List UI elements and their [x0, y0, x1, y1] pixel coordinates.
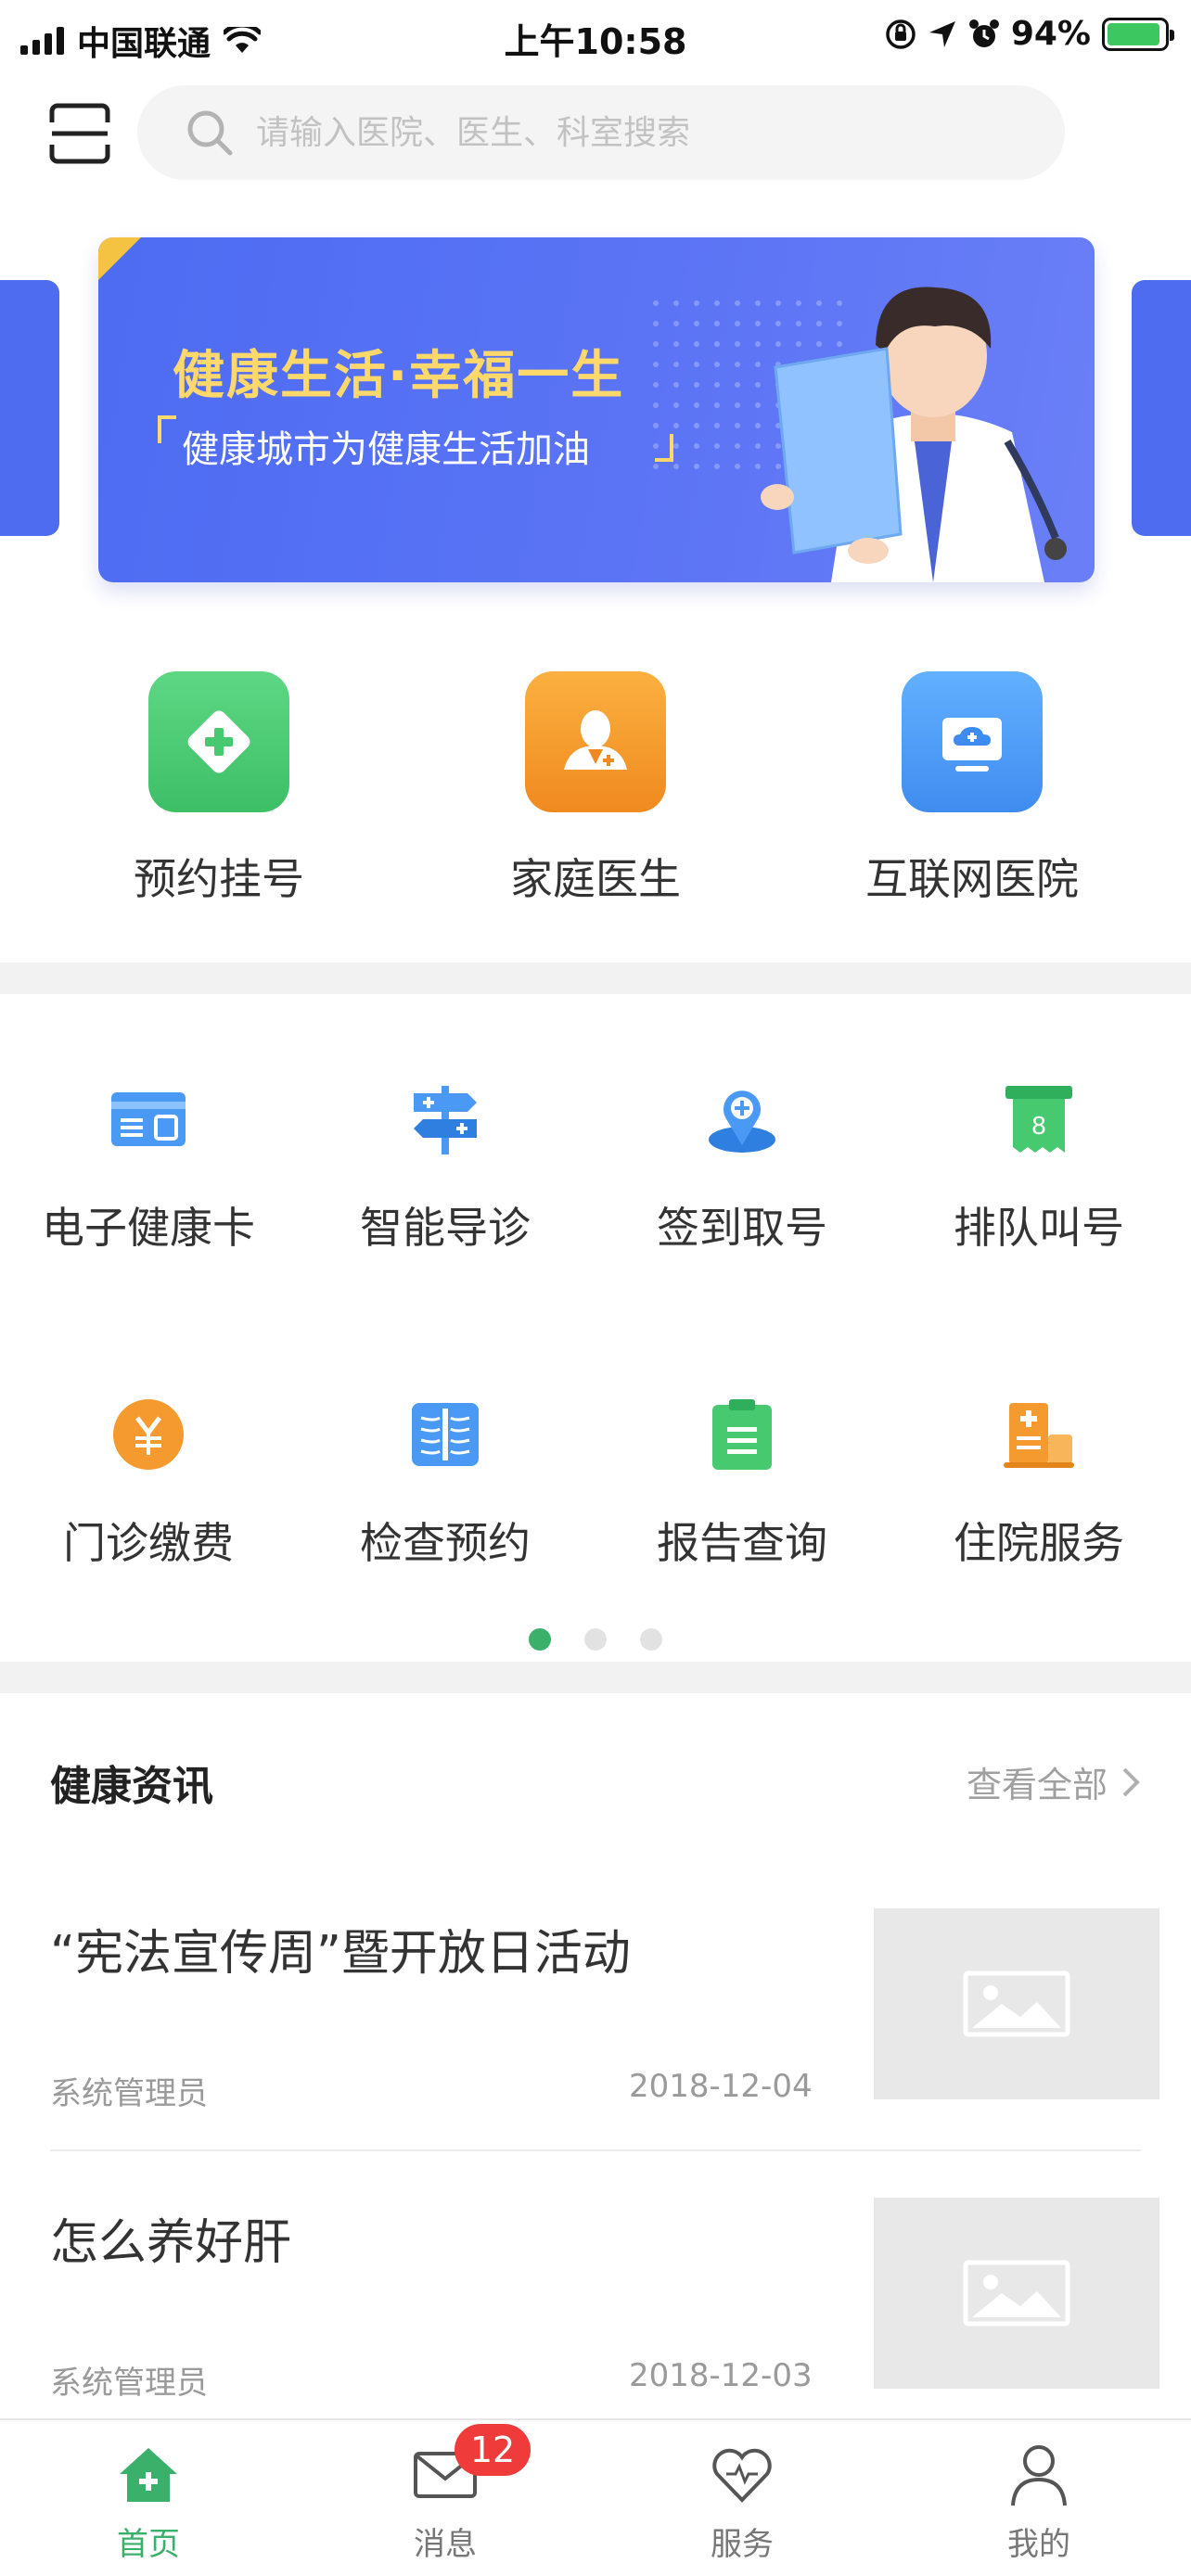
news-item-title: 怎么养好肝: [50, 2215, 292, 2271]
news-item-author: 系统管理员: [50, 2075, 208, 2112]
grid-label: 电子健康卡: [42, 1203, 255, 1253]
tab-services[interactable]: 服务: [649, 2441, 835, 2564]
news-thumbnail: [874, 1908, 1159, 2099]
news-divider: [50, 2149, 1141, 2151]
location-arrow-icon: [928, 20, 955, 47]
health-card-icon: [107, 1078, 190, 1161]
promo-banner[interactable]: 健康生活·幸福一生 健康城市为健康生活加油: [98, 237, 1095, 582]
battery-percent: 94%: [1010, 15, 1091, 53]
news-item-date: 2018-12-03: [629, 2357, 813, 2394]
tab-label: 首页: [117, 2526, 180, 2563]
doctor-illustration: [761, 287, 1067, 582]
image-placeholder-icon: [963, 1970, 1070, 2037]
yuan-coin-icon: [107, 1393, 190, 1476]
news-thumbnail: [874, 2198, 1159, 2389]
tab-profile[interactable]: 我的: [946, 2441, 1132, 2564]
service-family-doctor[interactable]: 家庭医生: [456, 671, 735, 907]
page-dot[interactable]: [640, 1628, 662, 1651]
unread-badge: 12: [455, 2424, 531, 2476]
service-appointment[interactable]: 预约挂号: [80, 671, 358, 907]
section-divider: [0, 963, 1191, 994]
grid-label: 住院服务: [954, 1518, 1124, 1568]
service-label: 互联网医院: [865, 854, 1079, 904]
grid-page-indicator[interactable]: [0, 1628, 1191, 1651]
bottom-tab-bar: 首页 12 消息 服务 我的: [0, 2418, 1191, 2576]
alarm-icon: [968, 19, 999, 47]
grid-label: 检查预约: [360, 1518, 531, 1568]
page-dot-active[interactable]: [529, 1628, 551, 1651]
search-bar[interactable]: [137, 85, 1065, 180]
banner-prev-peek[interactable]: [0, 280, 59, 536]
service-label: 家庭医生: [510, 854, 681, 904]
news-item-author: 系统管理员: [50, 2365, 208, 2402]
battery-icon: [1102, 17, 1174, 51]
news-item[interactable]: 怎么养好肝 系统管理员 2018-12-03: [50, 2198, 1159, 2444]
scan-icon: [49, 103, 110, 164]
view-all-link[interactable]: 查看全部: [967, 1756, 1141, 1807]
view-all-label: 查看全部: [966, 1765, 1108, 1805]
svg-text:8: 8: [1031, 1113, 1047, 1141]
banner-bracket-left: [158, 415, 176, 443]
grid-queue[interactable]: 8 排队叫号: [890, 1078, 1187, 1256]
news-section-title: 健康资讯: [50, 1763, 213, 1810]
grid-label: 门诊缴费: [63, 1518, 234, 1568]
news-header: 健康资讯 查看全部: [50, 1753, 1141, 1810]
signpost-icon: [403, 1078, 487, 1161]
grid-label: 签到取号: [657, 1203, 827, 1253]
tab-label: 服务: [711, 2526, 774, 2563]
grid-report-query[interactable]: 报告查询: [594, 1393, 890, 1571]
search-icon: [187, 110, 233, 156]
doctor-icon: [525, 671, 666, 812]
person-icon: [1005, 2441, 1073, 2509]
banner-title: 健康生活·幸福一生: [173, 346, 625, 406]
report-clipboard-icon: [700, 1393, 784, 1476]
banner-subtitle: 健康城市为健康生活加油: [182, 428, 590, 471]
grid-label: 智能导诊: [360, 1203, 531, 1253]
chevron-right-icon: [1122, 1767, 1140, 1796]
service-label: 预约挂号: [134, 854, 304, 904]
banner-bracket-right: [655, 434, 673, 462]
rotation-lock-icon: [886, 19, 916, 49]
tab-home[interactable]: 首页: [56, 2441, 241, 2564]
main-services: 预约挂号 家庭医生 互联网医院: [0, 671, 1191, 912]
plus-diamond-icon: [148, 671, 289, 812]
grid-outpatient-payment[interactable]: 门诊缴费: [0, 1393, 297, 1571]
tab-label: 消息: [414, 2526, 477, 2563]
grid-smart-guide[interactable]: 智能导诊: [297, 1078, 594, 1256]
status-bar: 中国联通 上午10:58 94%: [0, 0, 1191, 76]
grid-check-in[interactable]: 签到取号: [594, 1078, 890, 1256]
page-dot[interactable]: [584, 1628, 607, 1651]
grid-label: 排队叫号: [954, 1203, 1124, 1253]
news-item-title: “宪法宣传周”暨开放日活动: [50, 1926, 631, 1982]
scan-button[interactable]: [48, 102, 111, 165]
hospital-bed-icon: [997, 1393, 1081, 1476]
banner-next-peek[interactable]: [1132, 280, 1191, 536]
search-input[interactable]: [256, 113, 998, 152]
grid-exam-appointment[interactable]: 检查预约: [297, 1393, 594, 1571]
grid-label: 报告查询: [657, 1518, 827, 1568]
news-item[interactable]: “宪法宣传周”暨开放日活动 系统管理员 2018-12-04: [50, 1908, 1159, 2155]
service-internet-hospital[interactable]: 互联网医院: [833, 671, 1111, 907]
cloud-monitor-icon: [902, 671, 1043, 812]
grid-inpatient-service[interactable]: 住院服务: [890, 1393, 1187, 1571]
exam-icon: [403, 1393, 487, 1476]
heart-icon: [708, 2441, 776, 2509]
tab-messages[interactable]: 12 消息: [352, 2424, 538, 2564]
queue-ticket-icon: 8: [997, 1078, 1081, 1161]
home-icon: [114, 2441, 183, 2509]
tab-label: 我的: [1007, 2526, 1070, 2563]
location-pin-icon: [700, 1078, 784, 1161]
banner-corner-decoration: [98, 237, 141, 280]
image-placeholder-icon: [963, 2260, 1070, 2327]
section-divider: [0, 1662, 1191, 1693]
grid-health-card[interactable]: 电子健康卡: [0, 1078, 297, 1256]
news-item-date: 2018-12-04: [629, 2068, 813, 2105]
